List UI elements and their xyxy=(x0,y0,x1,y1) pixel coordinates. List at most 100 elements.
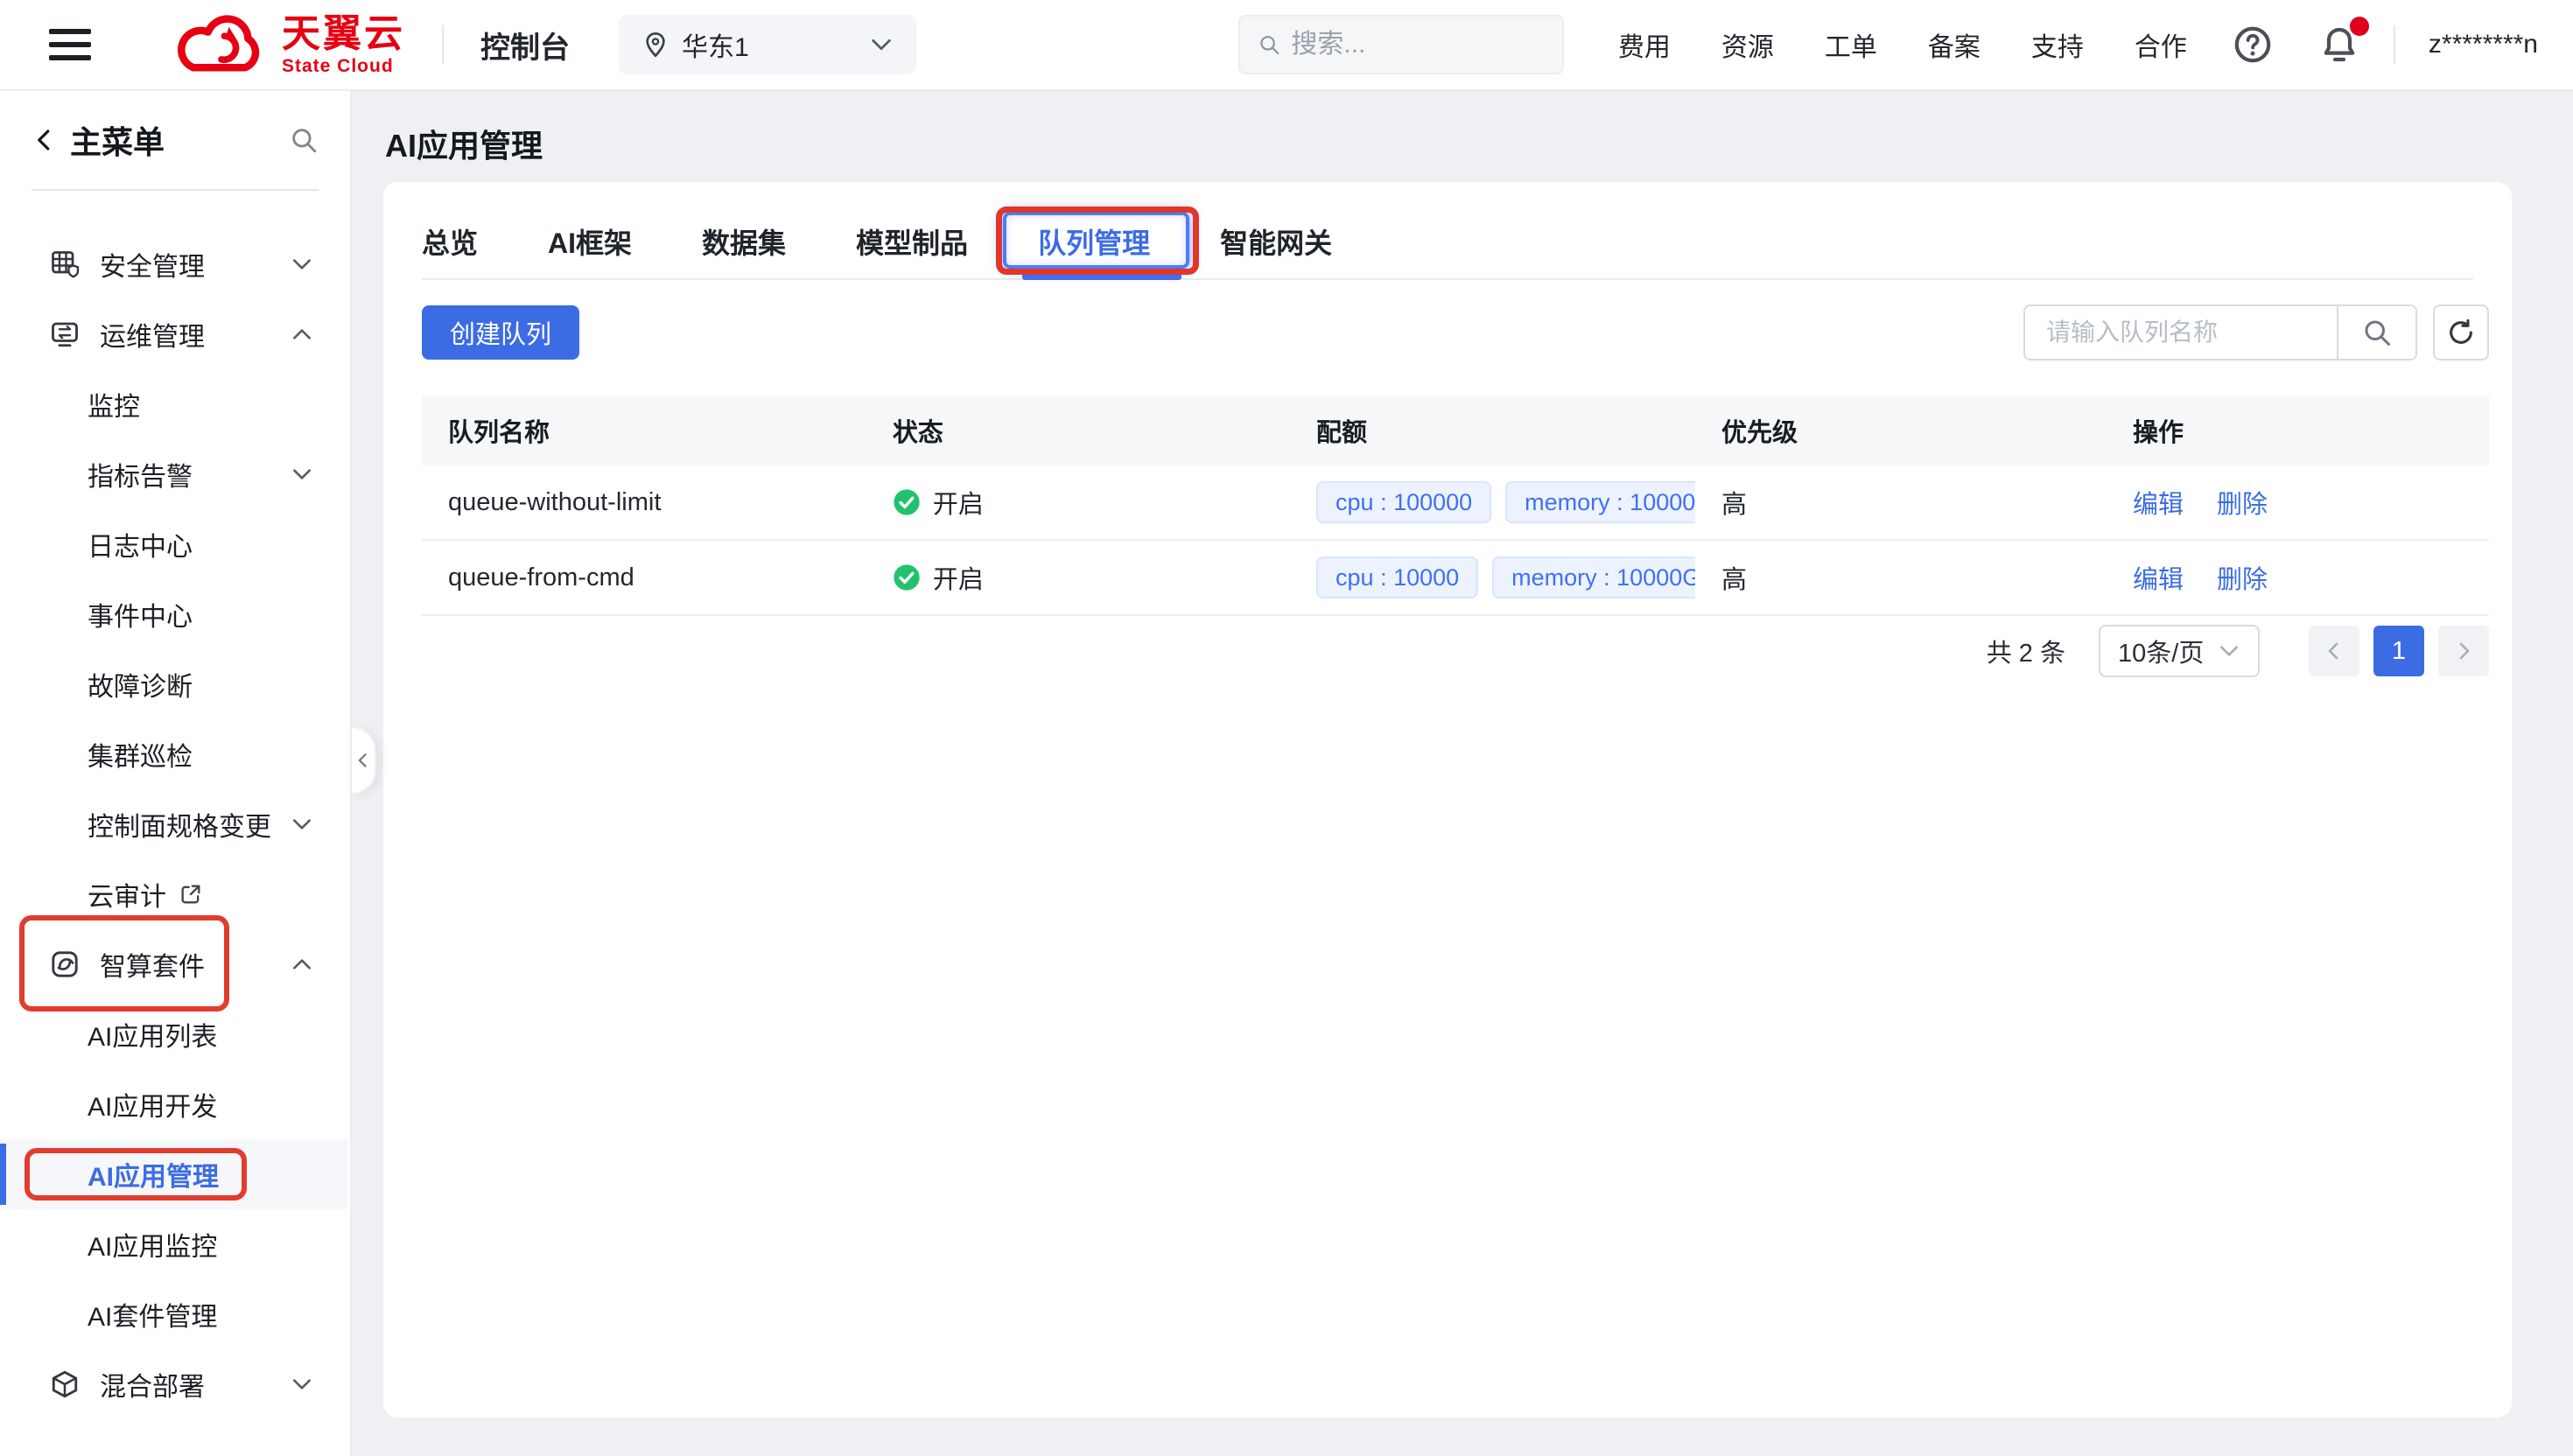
console-label[interactable]: 控制台 xyxy=(480,24,570,66)
question-circle-icon xyxy=(2233,24,2273,65)
sidebar-item-label: AI应用监控 xyxy=(88,1225,217,1264)
queue-name: queue-without-limit xyxy=(422,488,866,517)
tab-ai-framework[interactable]: AI框架 xyxy=(548,205,632,278)
column-header-name: 队列名称 xyxy=(422,412,866,449)
memory-quota-tag: memory : 10000Gi xyxy=(1492,556,1695,598)
queue-search-input[interactable] xyxy=(2025,306,2337,359)
menu-item-support[interactable]: 支持 xyxy=(2031,25,2084,64)
search-icon xyxy=(2361,317,2393,348)
tab-label: 总览 xyxy=(422,221,478,262)
column-header-actions: 操作 xyxy=(2107,412,2489,449)
notifications-button[interactable] xyxy=(2318,24,2360,66)
sidebar-back-button[interactable] xyxy=(32,127,58,153)
external-link-icon xyxy=(179,882,203,906)
username[interactable]: z********n xyxy=(2429,30,2538,60)
sidebar-item-event-center[interactable]: 事件中心 xyxy=(0,579,348,649)
menu-item-cooperation[interactable]: 合作 xyxy=(2135,25,2187,64)
menu-item-resources[interactable]: 资源 xyxy=(1721,25,1774,64)
sidebar-item-label: 事件中心 xyxy=(88,595,193,634)
sidebar-item-monitoring[interactable]: 监控 xyxy=(0,369,348,439)
sidebar-item-cluster-inspection[interactable]: 集群巡检 xyxy=(0,719,348,789)
ai-suite-icon xyxy=(49,948,81,980)
delete-link[interactable]: 删除 xyxy=(2217,484,2268,521)
tab-label: 数据集 xyxy=(702,221,786,262)
sidebar-item-ai-suite-management[interactable]: AI套件管理 xyxy=(0,1279,348,1349)
cpu-quota-tag: cpu : 100000 xyxy=(1316,481,1491,523)
tab-overview[interactable]: 总览 xyxy=(422,205,478,278)
sidebar-item-label: 指标告警 xyxy=(88,455,193,494)
sidebar-item-label: AI套件管理 xyxy=(88,1295,217,1334)
tab-smart-gateway[interactable]: 智能网关 xyxy=(1220,205,1332,278)
chevron-up-icon xyxy=(291,323,313,346)
sidebar-item-hybrid-deployment[interactable]: 混合部署 xyxy=(0,1349,348,1419)
next-page-button[interactable] xyxy=(2438,626,2489,676)
brand-name: 天翼云 xyxy=(282,15,405,53)
chevron-left-icon xyxy=(32,127,58,153)
sidebar-item-label: 智算套件 xyxy=(100,945,205,984)
sidebar-title: 主菜单 xyxy=(70,117,165,163)
main-content: AI应用管理 总览 AI框架 数据集 模型制品 队列管理 智能网关 xyxy=(354,91,2573,1456)
column-header-status: 状态 xyxy=(866,412,1290,449)
topbar-menu: 费用 资源 工单 备案 支持 合作 xyxy=(1618,25,2187,64)
sidebar-search-button[interactable] xyxy=(289,125,319,155)
prev-page-button[interactable] xyxy=(2309,626,2359,676)
sidebar-item-label: 云审计 xyxy=(88,875,166,914)
current-page-button[interactable]: 1 xyxy=(2373,626,2424,676)
table-row: queue-from-cmd 开启 cpu : 10000 memory : 1… xyxy=(422,541,2489,616)
tab-label: 队列管理 xyxy=(1038,221,1150,262)
sidebar-item-ai-app-management[interactable]: AI应用管理 xyxy=(0,1139,348,1209)
sidebar-item-metric-alerts[interactable]: 指标告警 xyxy=(0,439,348,509)
sidebar-item-control-plane-spec[interactable]: 控制面规格变更 xyxy=(0,789,348,859)
sidebar-item-label: 监控 xyxy=(88,385,140,424)
menu-item-billing[interactable]: 费用 xyxy=(1618,25,1671,64)
status-label: 开启 xyxy=(933,559,984,596)
chevron-up-icon xyxy=(291,953,313,976)
sidebar-item-ai-app-list[interactable]: AI应用列表 xyxy=(0,999,348,1069)
cube-icon xyxy=(49,1368,81,1400)
refresh-icon xyxy=(2446,318,2476,347)
status-label: 开启 xyxy=(933,484,984,521)
ops-arrows-icon xyxy=(49,318,81,350)
sidebar-item-label: AI应用列表 xyxy=(88,1015,217,1054)
sidebar-item-label: 混合部署 xyxy=(100,1365,205,1404)
cpu-quota-tag: cpu : 10000 xyxy=(1316,556,1478,598)
menu-item-tickets[interactable]: 工单 xyxy=(1825,25,1877,64)
region-selector[interactable]: 华东1 xyxy=(619,15,916,74)
edit-link[interactable]: 编辑 xyxy=(2133,559,2184,596)
active-tab-underline xyxy=(1022,273,1181,280)
hamburger-menu-icon[interactable] xyxy=(49,29,91,60)
brand-logo[interactable]: 天翼云 State Cloud xyxy=(173,6,405,83)
chevron-down-icon xyxy=(2218,640,2240,662)
sidebar-item-ai-app-dev[interactable]: AI应用开发 xyxy=(0,1069,348,1139)
menu-item-filing[interactable]: 备案 xyxy=(1928,25,1981,64)
sidebar-item-ai-app-monitoring[interactable]: AI应用监控 xyxy=(0,1209,348,1279)
sidebar-item-fault-diagnosis[interactable]: 故障诊断 xyxy=(0,649,348,719)
brand-text: 天翼云 State Cloud xyxy=(282,15,405,75)
page-title: AI应用管理 xyxy=(385,121,543,166)
tab-queue-management[interactable]: 队列管理 xyxy=(1038,205,1150,278)
refresh-button[interactable] xyxy=(2433,304,2489,360)
edit-link[interactable]: 编辑 xyxy=(2133,484,2184,521)
delete-link[interactable]: 删除 xyxy=(2217,559,2268,596)
cloud-logo-icon xyxy=(173,6,270,83)
queue-search-button[interactable] xyxy=(2337,306,2415,359)
sidebar-item-ai-suite-group[interactable]: 智算套件 xyxy=(0,929,348,999)
global-search-input[interactable] xyxy=(1291,30,1545,60)
page-size-select[interactable]: 10条/页 xyxy=(2099,625,2260,677)
sidebar-item-log-center[interactable]: 日志中心 xyxy=(0,509,348,579)
help-button[interactable] xyxy=(2233,24,2273,65)
global-search-box[interactable] xyxy=(1238,15,1564,74)
search-icon xyxy=(1258,32,1280,58)
location-pin-icon xyxy=(641,31,670,59)
create-queue-button[interactable]: 创建队列 xyxy=(422,305,579,360)
sidebar-item-cloud-audit[interactable]: 云审计 xyxy=(0,859,348,929)
sidebar-item-security[interactable]: 安全管理 xyxy=(0,229,348,299)
chevron-right-icon xyxy=(2453,640,2474,662)
chevron-down-icon xyxy=(869,32,894,57)
sidebar-item-label: 集群巡检 xyxy=(88,735,193,774)
sidebar-item-clipped[interactable]: 插件 xyxy=(0,191,350,210)
sidebar-item-ops[interactable]: 运维管理 xyxy=(0,299,348,369)
tab-model-artifacts[interactable]: 模型制品 xyxy=(856,205,968,278)
tab-dataset[interactable]: 数据集 xyxy=(702,205,786,278)
queue-toolbar: 创建队列 xyxy=(422,304,2489,360)
